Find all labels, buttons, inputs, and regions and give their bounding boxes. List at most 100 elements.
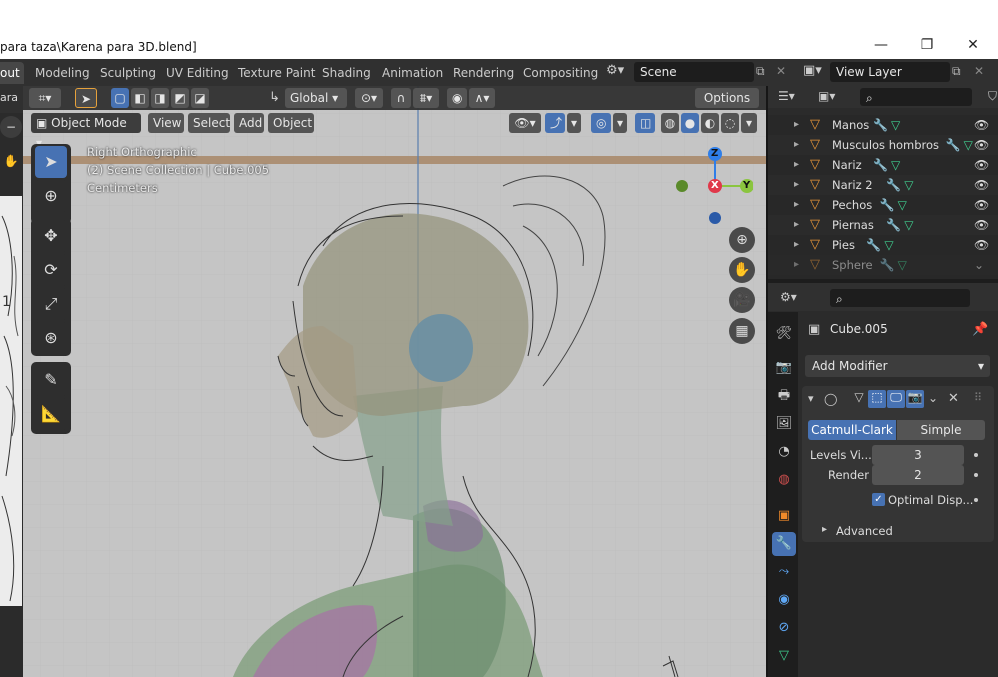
mesh-data-icon[interactable]: ▽ [884, 235, 893, 255]
display-mode-icon[interactable]: ▣▾ [818, 89, 835, 103]
visibility-eye-icon[interactable]: 👁 [974, 115, 989, 135]
shading-material-icon[interactable]: ◐ [701, 113, 719, 133]
visibility-eye-icon[interactable]: 👁 [974, 175, 989, 195]
properties-search-field[interactable]: ⌕ [830, 289, 970, 307]
outliner-row[interactable]: ▸ ▽ Musculos hombros 🔧 ▽ 👁 [768, 135, 998, 155]
mesh-data-icon[interactable]: ▽ [904, 215, 913, 235]
remove-modifier-icon[interactable]: ✕ [948, 391, 959, 406]
tab-shading[interactable]: Shading [316, 62, 377, 84]
simple-button[interactable]: Simple [897, 420, 985, 440]
tab-animation[interactable]: Animation [376, 62, 449, 84]
editor-type-icon[interactable]: ⌗▾ [29, 88, 61, 108]
snap-target-icon[interactable]: ⩩▾ [413, 88, 439, 108]
scroll-down-icon[interactable]: ⌄ [974, 255, 984, 275]
outliner-item-label[interactable]: Sphere [832, 255, 873, 275]
outliner-item-label[interactable]: Musculos hombros [832, 135, 939, 155]
menu-select[interactable]: Select [188, 113, 230, 133]
expand-chevron-icon[interactable]: ▸ [794, 155, 799, 175]
expand-chevron-icon[interactable]: ▸ [794, 215, 799, 235]
modifier-icon[interactable]: 🔧 [880, 255, 895, 275]
outliner-row[interactable]: ▸ ▽ Pechos 🔧 ▽ 👁 [768, 195, 998, 215]
keyframe-dot-icon[interactable] [974, 473, 978, 477]
mesh-data-icon[interactable]: ▽ [898, 195, 907, 215]
scale-tool-icon[interactable]: ⤢ [35, 288, 67, 320]
render-toggle-icon[interactable]: 📷 [906, 390, 924, 408]
keyframe-dot-icon[interactable] [974, 498, 978, 502]
minimize-button[interactable]: — [858, 34, 904, 56]
expand-chevron-icon[interactable]: ▸ [794, 115, 799, 135]
tab-layout[interactable]: out [0, 62, 24, 84]
transform-tool-icon[interactable]: ⊛ [35, 322, 67, 354]
expand-chevron-icon[interactable]: ▸ [794, 135, 799, 155]
outliner-search-field[interactable]: ⌕ [860, 88, 972, 106]
shading-solid-icon[interactable]: ● [681, 113, 699, 133]
cursor-tool-icon[interactable]: ⊕ [35, 180, 67, 212]
outliner-editor-icon[interactable]: ☰▾ [778, 89, 795, 103]
falloff-icon[interactable]: ∧▾ [469, 88, 495, 108]
world-tab-icon[interactable]: ◍ [772, 468, 796, 492]
rotate-tool-icon[interactable]: ⟳ [35, 254, 67, 286]
outliner-row[interactable]: ▸ ▽ Pies 🔧 ▽ 👁 [768, 235, 998, 255]
outliner-item-label[interactable]: Nariz [832, 155, 862, 175]
mode-extend-icon[interactable]: ◧ [131, 88, 149, 108]
mesh-data-icon[interactable]: ▽ [964, 135, 973, 155]
visibility-eye-icon[interactable]: 👁 [974, 215, 989, 235]
outliner-row[interactable]: ▸ ▽ Nariz 🔧 ▽ 👁 [768, 155, 998, 175]
mesh-data-icon[interactable]: ▽ [891, 155, 900, 175]
outliner-row[interactable]: ▸ ▽ Manos 🔧 ▽ 👁 [768, 115, 998, 135]
proportional-edit-icon[interactable]: ◉ [447, 88, 467, 108]
scene-field[interactable]: Scene [634, 62, 754, 82]
filter-icon[interactable]: ⛉ [988, 89, 997, 104]
close-button[interactable]: ✕ [950, 34, 996, 56]
ortho-grid-icon[interactable]: ▦ [729, 318, 755, 344]
modifier-icon[interactable]: 🔧 [946, 135, 961, 155]
outliner-item-label[interactable]: Piernas [832, 215, 874, 235]
overlays-dropdown-icon[interactable]: ▾ [613, 113, 627, 133]
annotate-tool-icon[interactable]: ✎ [35, 364, 67, 396]
copy-view-layer-icon[interactable]: ⧉ [952, 64, 961, 79]
shading-dropdown-icon[interactable]: ▾ [741, 113, 757, 133]
levels-viewport-field[interactable]: 3 [872, 445, 964, 465]
keyframe-dot-icon[interactable] [974, 453, 978, 457]
cage-toggle-icon[interactable]: ⬚ [868, 390, 886, 408]
view-layer-icon[interactable]: ▣▾ [803, 63, 822, 78]
visibility-eye-icon[interactable]: 👁 [974, 155, 989, 175]
mode-intersect-icon[interactable]: ◪ [191, 88, 209, 108]
modifier-menu-icon[interactable]: ⌄ [928, 391, 938, 405]
render-levels-field[interactable]: 2 [872, 465, 964, 485]
pan-hand-icon[interactable]: ✋ [729, 257, 755, 283]
view-layer-tab-icon[interactable]: 🖼 [772, 412, 796, 436]
visibility-eye-icon[interactable]: 👁 [974, 195, 989, 215]
modifier-icon[interactable]: 🔧 [866, 235, 881, 255]
maximize-button[interactable]: ❐ [904, 34, 950, 56]
camera-icon[interactable]: 🎥 [729, 287, 755, 313]
expand-chevron-icon[interactable]: ▸ [794, 255, 799, 275]
mesh-data-icon[interactable]: ▽ [891, 115, 900, 135]
physics-tab-icon[interactable]: ◉ [772, 588, 796, 612]
menu-view[interactable]: View [148, 113, 184, 133]
visibility-icon[interactable]: 👁▾ [509, 113, 541, 133]
outliner-item-label[interactable]: Nariz 2 [832, 175, 873, 195]
options-dropdown[interactable]: Options ▾ [695, 88, 759, 125]
select-box-icon[interactable]: ➤ [75, 88, 97, 108]
tab-sculpting[interactable]: Sculpting [94, 62, 162, 84]
menu-add[interactable]: Add [234, 113, 264, 133]
outliner-item-label[interactable]: Pies [832, 235, 855, 255]
expand-chevron-icon[interactable]: ▸ [794, 195, 799, 215]
transform-orientation-dropdown[interactable]: Global ▾ [285, 88, 347, 108]
visibility-eye-icon[interactable]: 👁 [974, 235, 989, 255]
render-tab-icon[interactable]: 📷 [772, 356, 796, 380]
expand-chevron-icon[interactable]: ▸ [794, 175, 799, 195]
snap-icon[interactable]: ∩ [391, 88, 411, 108]
outliner-row[interactable]: ▸ ▽ Sphere 🔧 ▽ ⌄ [768, 255, 998, 275]
mode-subtract-icon[interactable]: ◨ [151, 88, 169, 108]
outliner-row[interactable]: ▸ ▽ Nariz 2 🔧 ▽ 👁 [768, 175, 998, 195]
tab-uv-editing[interactable]: UV Editing [160, 62, 235, 84]
overlays-icon[interactable]: ◎ [591, 113, 611, 133]
tab-compositing[interactable]: Compositing [517, 62, 604, 84]
tab-rendering[interactable]: Rendering [447, 62, 520, 84]
select-tool-icon[interactable]: ➤ [35, 146, 67, 178]
properties-editor-icon[interactable]: ⚙▾ [780, 290, 797, 304]
outliner-item-label[interactable]: Pechos [832, 195, 872, 215]
particles-tab-icon[interactable]: ⤳ [772, 560, 796, 584]
